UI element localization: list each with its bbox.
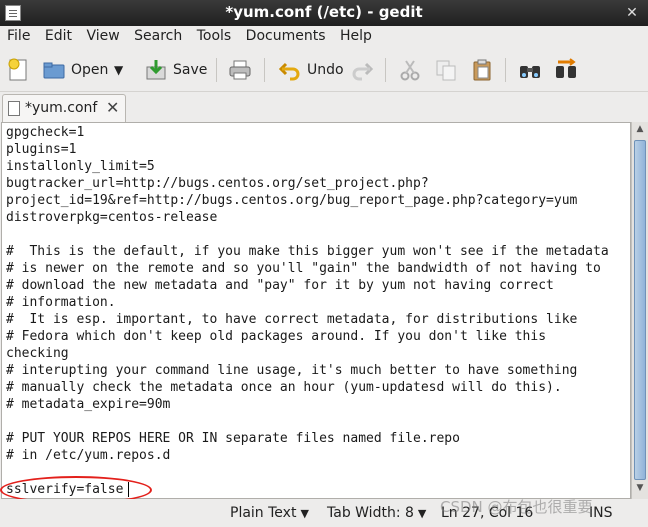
editor-line: # in /etc/yum.repos.d [6,448,171,463]
menu-file[interactable]: File [7,26,30,44]
language-label: Plain Text [230,505,297,521]
find-replace-icon [554,58,578,82]
toolbar-separator [264,58,265,82]
editor-line: distroverpkg=centos-release [6,210,218,225]
editor-line: # manually check the metadata once an ho… [6,380,562,395]
paste-icon [470,58,494,82]
window-close-icon[interactable]: ✕ [622,3,642,23]
toolbar-separator [505,58,506,82]
undo-label: Undo [307,62,344,78]
tab-width-selector[interactable]: Tab Width: 8 ▼ [327,505,426,521]
tab-close-icon[interactable]: ✕ [106,98,119,117]
chevron-down-icon: ▼ [114,63,124,77]
cut-button[interactable] [398,55,422,85]
editor-line: # PUT YOUR REPOS HERE OR IN separate fil… [6,431,460,446]
text-cursor [128,482,129,497]
editor-line: # information. [6,295,116,310]
editor-line: plugins=1 [6,142,77,157]
editor-line: bugtracker_url=http://bugs.centos.org/se… [6,176,429,191]
language-selector[interactable]: Plain Text ▼ [230,505,309,521]
editor-line: # This is the default, if you make this … [6,244,609,259]
editor-line: gpgcheck=1 [6,125,85,140]
editor-line: project_id=19&ref=http://bugs.centos.org… [6,193,578,208]
menu-search[interactable]: Search [134,26,182,44]
cut-icon [398,58,422,82]
tab-label: *yum.conf [25,100,98,116]
open-folder-icon [42,58,66,82]
menu-view[interactable]: View [86,26,119,44]
text-editor[interactable]: gpgcheck=1 plugins=1 installonly_limit=5… [1,122,631,499]
editor-line: installonly_limit=5 [6,159,155,174]
toolbar-separator [216,58,217,82]
open-dropdown-button[interactable]: ▼ [114,55,123,85]
watermark: CSDN @布包也很重要 [440,498,593,516]
undo-button[interactable]: Undo [278,55,344,85]
menubar: File Edit View Search Tools Documents He… [0,26,648,48]
paste-button[interactable] [470,55,494,85]
editor-line: # metadata_expire=90m [6,397,171,412]
copy-icon [434,58,458,82]
new-document-icon [6,58,30,82]
print-button[interactable] [228,55,252,85]
menu-tools[interactable]: Tools [197,26,232,44]
tab-width-label: Tab Width: 8 [327,505,414,521]
undo-icon [278,58,302,82]
open-label: Open [71,62,109,78]
editor-line: # interupting your command line usage, i… [6,363,578,378]
new-button[interactable] [6,55,30,85]
redo-icon [350,58,374,82]
editor-line: # It is esp. important, to have correct … [6,312,578,327]
menu-help[interactable]: Help [340,26,372,44]
find-icon [518,58,542,82]
document-icon [8,101,20,116]
menu-edit[interactable]: Edit [45,26,72,44]
menu-documents[interactable]: Documents [246,26,326,44]
editor-line: # is newer on the remote and so you'll "… [6,261,601,276]
save-button[interactable]: Save [144,55,207,85]
find-replace-button[interactable] [554,55,578,85]
redo-button[interactable] [350,55,374,85]
editor-line-sslverify: sslverify=false [6,482,124,497]
editor-line: checking [6,346,69,361]
open-button[interactable]: Open [42,55,108,85]
document-tabbar: *yum.conf ✕ [0,92,648,122]
chevron-down-icon: ▼ [417,507,427,520]
scroll-up-icon[interactable]: ▲ [632,124,648,138]
vertical-scrollbar[interactable]: ▲ ▼ [631,122,648,499]
save-icon [144,58,168,82]
window-title: *yum.conf (/etc) - gedit [225,3,423,21]
print-icon [228,58,252,82]
editor-line: # Fedora which don't keep old packages a… [6,329,547,344]
copy-button[interactable] [434,55,458,85]
save-label: Save [173,62,208,78]
editor-line: # download the new metadata and "pay" fo… [6,278,554,293]
toolbar: Open ▼ Save Undo [0,48,648,92]
scroll-down-icon[interactable]: ▼ [632,483,648,497]
scrollbar-thumb[interactable] [634,140,646,480]
chevron-down-icon: ▼ [300,507,309,520]
tab-yum-conf[interactable]: *yum.conf ✕ [2,94,126,122]
find-button[interactable] [518,55,542,85]
toolbar-separator [385,58,386,82]
window-titlebar: *yum.conf (/etc) - gedit ✕ [0,0,648,26]
